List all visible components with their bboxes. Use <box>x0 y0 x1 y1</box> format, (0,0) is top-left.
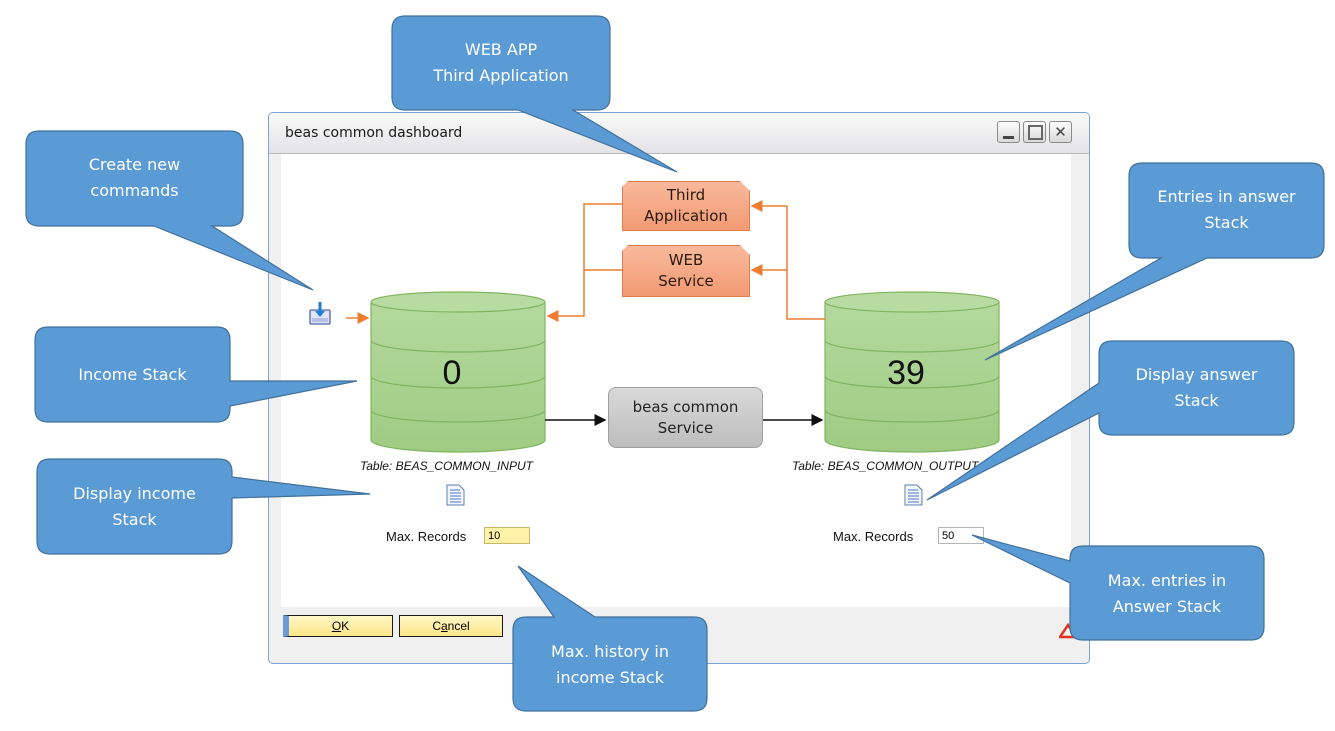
income-table-label: Table: BEAS_COMMON_INPUT <box>360 459 533 473</box>
callout-display-answer-line1: Display answer <box>1135 365 1258 384</box>
display-answer-stack-icon[interactable] <box>904 484 923 506</box>
callout-entries-answer-line2: Stack <box>1204 213 1249 232</box>
import-command-icon[interactable] <box>309 302 331 325</box>
income-stack-count: 0 <box>442 354 462 392</box>
display-income-stack-icon[interactable] <box>446 484 465 506</box>
callout-max-history: Max. history in income Stack <box>513 638 707 692</box>
callout-max-entries-line2: Answer Stack <box>1112 597 1222 616</box>
third-app-to-income-arrow <box>546 203 622 322</box>
answer-max-records-label: Max. Records <box>833 529 914 544</box>
callout-display-answer-line2: Stack <box>1174 391 1219 410</box>
callout-income-stack-line1: Income Stack <box>78 365 187 384</box>
callout-max-entries: Max. entries in Answer Stack <box>1070 567 1264 621</box>
callout-create-commands-line1: Create new <box>88 155 181 174</box>
callout-create-commands: Create new commands <box>26 151 243 205</box>
answer-max-records-input[interactable] <box>938 527 984 544</box>
callout-display-income-line2: Stack <box>112 510 157 529</box>
income-max-records-label: Max. Records <box>386 529 467 544</box>
callout-web-app-line1: WEB APP <box>464 40 538 59</box>
beas-common-service-node[interactable]: beas common Service <box>608 387 763 448</box>
callout-entries-answer: Entries in answer Stack <box>1129 183 1324 237</box>
callout-max-entries-line1: Max. entries in <box>1107 571 1227 590</box>
answer-table-label: Table: BEAS_COMMON_OUTPUT <box>792 459 979 473</box>
callout-entries-answer-line1: Entries in answer <box>1157 187 1296 206</box>
callout-display-answer: Display answer Stack <box>1099 361 1294 415</box>
income-max-records-input[interactable] <box>484 527 530 544</box>
callout-web-app-line2: Third Application <box>433 66 569 85</box>
callout-create-commands-line2: commands <box>90 181 179 200</box>
callout-max-history-line1: Max. history in <box>551 642 669 661</box>
callout-max-history-line2: income Stack <box>556 668 664 687</box>
callout-display-income: Display income Stack <box>37 480 232 534</box>
web-service-node[interactable]: WEB Service <box>622 245 750 297</box>
third-application-node[interactable]: Third Application <box>622 181 750 231</box>
callout-display-income-line1: Display income <box>73 484 196 503</box>
callout-web-app: WEB APP Third Application <box>392 36 610 90</box>
answer-stack-count: 39 <box>887 354 925 392</box>
answer-to-third-app-arrow <box>750 200 825 320</box>
callout-income-stack: Income Stack <box>35 348 230 402</box>
